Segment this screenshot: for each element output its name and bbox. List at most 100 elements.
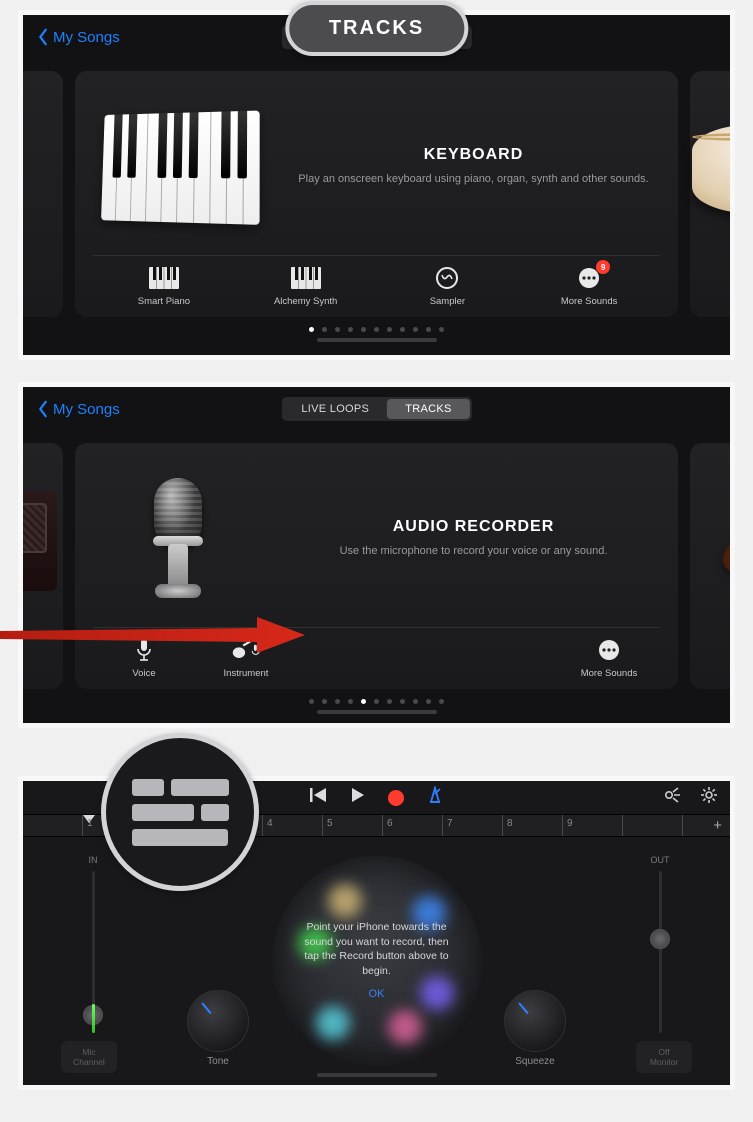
recorder-area: IN OUT Point your iPhone towards the sou… bbox=[23, 837, 730, 1085]
page-dot bbox=[374, 327, 379, 332]
record-hint-orb: Point your iPhone towards the sound you … bbox=[272, 856, 482, 1066]
back-label: My Songs bbox=[53, 29, 120, 46]
hint-ok-button[interactable]: OK bbox=[369, 987, 385, 1002]
sub-label: Voice bbox=[132, 668, 155, 679]
card-title: KEYBOARD bbox=[287, 146, 660, 164]
play-button[interactable] bbox=[350, 787, 366, 808]
page-dot bbox=[426, 327, 431, 332]
sub-label: More Sounds bbox=[581, 668, 638, 679]
ruler-number: 5 bbox=[327, 818, 333, 829]
ruler-number: 1 bbox=[87, 818, 93, 829]
monitor-button[interactable]: Off Monitor bbox=[636, 1041, 692, 1073]
page-dot bbox=[426, 699, 431, 704]
metronome-button[interactable] bbox=[426, 786, 444, 809]
chevron-left-icon bbox=[37, 28, 49, 46]
page-dot bbox=[374, 699, 379, 704]
keyboard-illustration bbox=[93, 102, 263, 232]
page-dot bbox=[322, 699, 327, 704]
page-dot bbox=[439, 699, 444, 704]
card-desc: Use the microphone to record your voice … bbox=[287, 544, 660, 559]
in-label: IN bbox=[89, 855, 98, 865]
hint-text: Point your iPhone towards the sound you … bbox=[304, 921, 448, 977]
panel-keyboard: TRACKS My Songs LIVE LOOPS TRACKS bbox=[18, 10, 735, 360]
go-to-start-button[interactable] bbox=[310, 787, 328, 808]
ruler-number: 8 bbox=[507, 818, 513, 829]
output-level-slider[interactable]: OUT bbox=[638, 855, 682, 1033]
more-icon: 9 bbox=[574, 266, 604, 290]
mic-channel-button[interactable]: Mic Channel bbox=[61, 1041, 117, 1073]
home-indicator bbox=[317, 1073, 437, 1077]
instrument-carousel[interactable]: KEYBOARD Play an onscreen keyboard using… bbox=[23, 59, 730, 317]
settings-button[interactable] bbox=[700, 786, 718, 809]
chevron-left-icon bbox=[37, 400, 49, 418]
page-dot bbox=[348, 327, 353, 332]
sub-sampler[interactable]: Sampler bbox=[402, 266, 492, 307]
back-my-songs[interactable]: My Songs bbox=[37, 28, 120, 46]
input-level-slider[interactable]: IN bbox=[71, 855, 115, 1033]
ruler-number: 6 bbox=[387, 818, 393, 829]
sub-more-sounds[interactable]: 9 More Sounds bbox=[544, 266, 634, 307]
sub-more-sounds[interactable]: More Sounds bbox=[564, 638, 654, 679]
tone-knob[interactable]: Tone bbox=[187, 990, 249, 1067]
tracks-callout-pill: TRACKS bbox=[285, 1, 468, 56]
add-section-button[interactable]: + bbox=[713, 817, 722, 834]
squeeze-knob[interactable]: Squeeze bbox=[504, 990, 566, 1067]
seg-live-loops[interactable]: LIVE LOOPS bbox=[283, 399, 387, 419]
panel-recorder-view: + 123456789 IN OUT Point your iPhone tow… bbox=[18, 776, 735, 1090]
panel-audio-recorder: My Songs LIVE LOOPS TRACKS bbox=[18, 382, 735, 728]
ruler-number: 9 bbox=[567, 818, 573, 829]
piano-keys-icon bbox=[291, 266, 321, 290]
card-prev[interactable] bbox=[23, 71, 63, 317]
sub-smart-piano[interactable]: Smart Piano bbox=[119, 266, 209, 307]
page-dot bbox=[387, 327, 392, 332]
ruler-number: 4 bbox=[267, 818, 273, 829]
sampler-icon bbox=[432, 266, 462, 290]
home-indicator bbox=[317, 710, 437, 714]
page-dot bbox=[439, 327, 444, 332]
subinstruments-row: Smart Piano Alchemy Synth Sampler bbox=[93, 255, 660, 307]
red-arrow-annotation bbox=[0, 613, 309, 657]
page-dot bbox=[361, 699, 366, 704]
page-dot bbox=[400, 699, 405, 704]
topbar: My Songs LIVE LOOPS TRACKS bbox=[23, 387, 730, 431]
card-keyboard[interactable]: KEYBOARD Play an onscreen keyboard using… bbox=[75, 71, 678, 317]
card-title: AUDIO RECORDER bbox=[287, 518, 660, 536]
tracks-view-callout-circle bbox=[101, 733, 259, 891]
page-dot bbox=[413, 699, 418, 704]
page-dots bbox=[23, 317, 730, 338]
record-button[interactable] bbox=[388, 790, 404, 806]
sub-label: Sampler bbox=[430, 296, 465, 307]
card-next[interactable] bbox=[690, 71, 730, 317]
page-dots bbox=[23, 689, 730, 710]
microphone-illustration bbox=[93, 474, 263, 604]
seg-tracks[interactable]: TRACKS bbox=[387, 399, 469, 419]
sub-alchemy-synth[interactable]: Alchemy Synth bbox=[261, 266, 351, 307]
amp-icon bbox=[23, 491, 57, 591]
sub-label: Smart Piano bbox=[138, 296, 190, 307]
violin-icon bbox=[715, 508, 730, 584]
back-my-songs[interactable]: My Songs bbox=[37, 400, 120, 418]
page-dot bbox=[413, 327, 418, 332]
knob-label: Squeeze bbox=[515, 1056, 554, 1067]
card-next[interactable] bbox=[690, 443, 730, 689]
more-icon bbox=[594, 638, 624, 662]
home-indicator bbox=[317, 338, 437, 342]
more-sounds-badge: 9 bbox=[596, 260, 610, 274]
sub-label: Instrument bbox=[224, 668, 269, 679]
page-dot bbox=[309, 699, 314, 704]
piano-keys-icon bbox=[149, 266, 179, 290]
page-dot bbox=[309, 327, 314, 332]
knob-label: Tone bbox=[207, 1056, 229, 1067]
fx-button[interactable] bbox=[662, 786, 682, 809]
page-dot bbox=[348, 699, 353, 704]
page-dot bbox=[335, 327, 340, 332]
page-dot bbox=[335, 699, 340, 704]
sub-label: More Sounds bbox=[561, 296, 618, 307]
page-dot bbox=[361, 327, 366, 332]
sub-label: Alchemy Synth bbox=[274, 296, 337, 307]
page-dot bbox=[322, 327, 327, 332]
drum-icon bbox=[692, 124, 730, 214]
page-dot bbox=[387, 699, 392, 704]
segmented-control: LIVE LOOPS TRACKS bbox=[281, 397, 471, 421]
ruler-number: 7 bbox=[447, 818, 453, 829]
